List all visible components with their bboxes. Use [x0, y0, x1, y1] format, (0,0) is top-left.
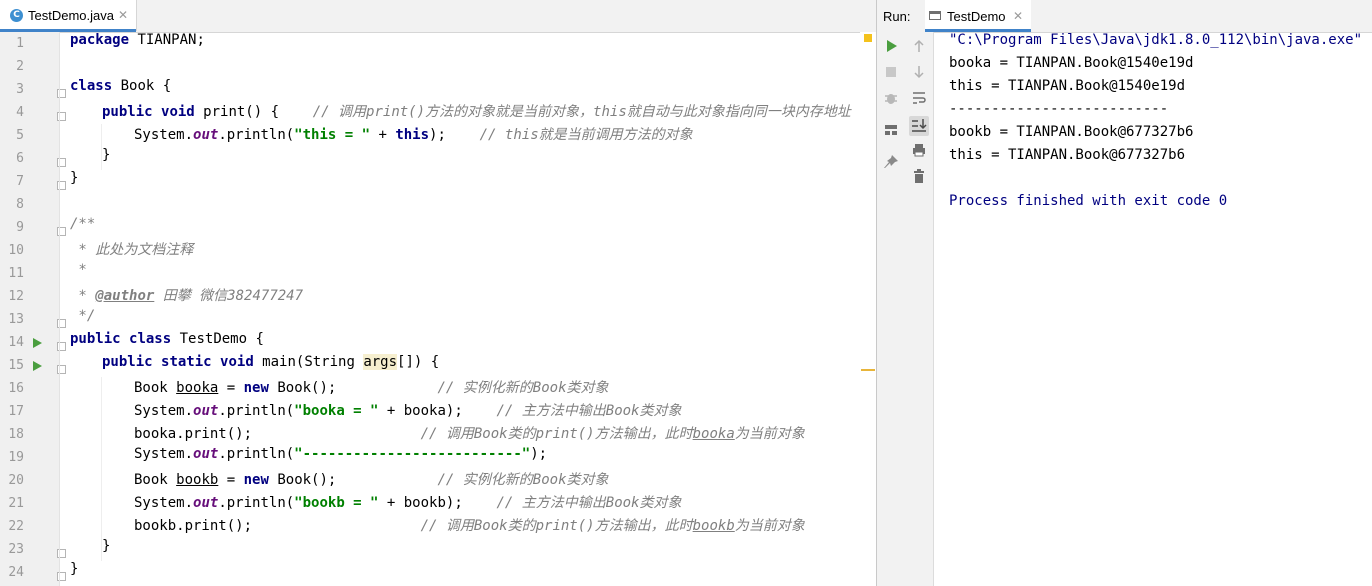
line-number: 9: [16, 220, 24, 235]
console-line: this = TIANPAN.Book@677327b6: [949, 147, 1186, 163]
console-line: --------------------------: [949, 101, 1169, 117]
code-line-14: public class TestDemo {: [70, 331, 264, 347]
code-line-22: bookb.print(); // 调用Book类的print()方法输出，此时…: [134, 518, 805, 534]
console-line: booka = TIANPAN.Book@1540e19d: [949, 55, 1194, 71]
line-number: 3: [16, 82, 24, 97]
tab-testdemo-run[interactable]: TestDemo ✕: [925, 0, 1031, 32]
line-number: 14: [8, 335, 24, 350]
console-output[interactable]: "C:\Program Files\Java\jdk1.8.0_112\bin\…: [949, 32, 1372, 586]
code-line-12: * @author 田攀 微信382477247: [70, 288, 304, 304]
code-line-18: booka.print(); // 调用Book类的print()方法输出，此时…: [134, 426, 805, 442]
code-line-10: * 此处为文档注释: [70, 242, 194, 258]
code-editor[interactable]: C TestDemo.java ✕ 1 2 3 4 5 6 7 8 9 10 1…: [0, 0, 876, 586]
line-number: 10: [8, 243, 24, 258]
code-line-23: }: [102, 538, 111, 554]
line-number: 2: [16, 59, 24, 74]
close-icon[interactable]: ✕: [118, 8, 128, 22]
line-number: 22: [8, 519, 24, 534]
debug-bug-icon[interactable]: [883, 90, 899, 106]
console-line: bookb = TIANPAN.Book@677327b6: [949, 124, 1194, 140]
line-number: 7: [16, 174, 24, 189]
line-number: 1: [16, 36, 24, 51]
console-line: this = TIANPAN.Book@1540e19d: [949, 78, 1186, 94]
code-line-17: System.out.println("booka = " + booka); …: [134, 403, 682, 419]
run-header: Run: TestDemo ✕: [877, 0, 1372, 33]
soft-wrap-icon[interactable]: [911, 90, 927, 106]
code-line-24: }: [70, 561, 79, 577]
code-line-9: /**: [70, 216, 96, 232]
line-number: 4: [16, 105, 24, 120]
code-line-16: Book booka = new Book(); // 实例化新的Book类对象: [134, 380, 609, 396]
line-number: 6: [16, 151, 24, 166]
warning-marker[interactable]: [861, 369, 875, 371]
console-icon: [929, 11, 941, 20]
line-number: 8: [16, 197, 24, 212]
line-number: 13: [8, 312, 24, 327]
line-number-gutter: 1 2 3 4 5 6 7 8 9 10 11 12 13 14 15 16 1…: [0, 32, 66, 586]
line-number: 19: [8, 450, 24, 465]
code-line-3: class Book {: [70, 78, 172, 94]
trash-icon[interactable]: [911, 168, 927, 184]
code-line-21: System.out.println("bookb = " + bookb); …: [134, 495, 682, 511]
warning-indicator-icon[interactable]: [864, 34, 872, 42]
line-number: 18: [8, 427, 24, 442]
run-tab-label: TestDemo: [947, 9, 1006, 24]
console-exit-line: Process finished with exit code 0: [949, 193, 1228, 209]
code-line-15: public static void main(String args[]) {: [102, 354, 440, 370]
run-class-icon[interactable]: [33, 338, 42, 348]
up-arrow-icon[interactable]: [911, 38, 927, 54]
down-arrow-icon[interactable]: [911, 64, 927, 80]
code-line-5: System.out.println("this = " + this); //…: [134, 127, 693, 143]
run-icon[interactable]: [883, 38, 899, 54]
gutter-divider: [59, 32, 60, 586]
indent-guide: [101, 377, 102, 561]
run-main-icon[interactable]: [33, 361, 42, 371]
pin-icon[interactable]: [883, 154, 899, 170]
code-line-20: Book bookb = new Book(); // 实例化新的Book类对象: [134, 472, 609, 488]
code-line-19: System.out.println("--------------------…: [134, 446, 548, 462]
code-line-13: */: [70, 308, 96, 324]
line-number: 12: [8, 289, 24, 304]
code-area[interactable]: package TIANPAN; class Book { public voi…: [70, 32, 864, 586]
code-line-1: package TIANPAN;: [70, 32, 205, 48]
tab-testdemo-java[interactable]: C TestDemo.java ✕: [0, 0, 137, 32]
code-line-7: }: [70, 170, 79, 186]
console-line: "C:\Program Files\Java\jdk1.8.0_112\bin\…: [949, 32, 1372, 48]
scroll-to-end-icon[interactable]: [909, 116, 929, 136]
line-number: 21: [8, 496, 24, 511]
editor-tab-bar: C TestDemo.java ✕: [0, 0, 876, 33]
line-number: 20: [8, 473, 24, 488]
layout-icon[interactable]: [883, 122, 899, 138]
run-toolbar-right: [905, 32, 934, 586]
line-number: 5: [16, 128, 24, 143]
line-number: 17: [8, 404, 24, 419]
code-line-4: public void print() { // 调用print()方法的对象就…: [102, 104, 851, 120]
run-label: Run:: [883, 9, 911, 24]
line-number: 16: [8, 381, 24, 396]
error-stripe[interactable]: [860, 32, 876, 586]
code-line-6: }: [102, 147, 111, 163]
run-toolbar-left: [877, 32, 906, 586]
line-number: 15: [8, 358, 24, 373]
tab-label: TestDemo.java: [28, 8, 114, 23]
java-class-icon: C: [10, 9, 23, 22]
stop-icon[interactable]: [883, 64, 899, 80]
close-icon[interactable]: ✕: [1013, 9, 1023, 23]
code-line-11: *: [70, 262, 87, 278]
print-icon[interactable]: [911, 142, 927, 158]
line-number: 23: [8, 542, 24, 557]
run-tool-window: Run: TestDemo ✕ "C:\Program Files\Java\j…: [876, 0, 1372, 586]
line-number: 11: [8, 266, 24, 281]
line-number: 24: [8, 565, 24, 580]
